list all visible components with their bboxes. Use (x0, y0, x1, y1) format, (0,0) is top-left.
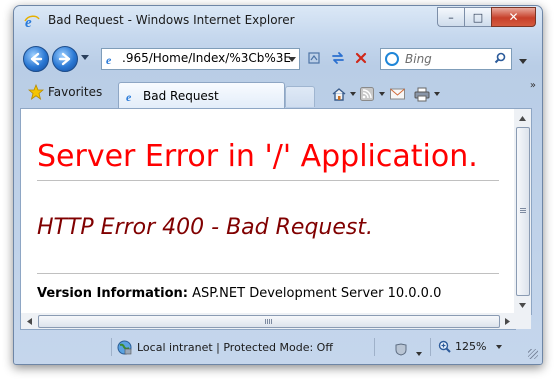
more-commands-icon[interactable]: » (530, 80, 536, 91)
search-input[interactable]: Bing (405, 52, 432, 66)
home-button[interactable] (331, 86, 347, 102)
security-zone[interactable]: Local intranet | Protected Mode: Off (117, 340, 333, 355)
ie-icon: e (24, 13, 40, 31)
arrow-up-icon (519, 115, 526, 121)
page-title: Server Error in '/' Application. (37, 139, 478, 174)
print-dropdown[interactable] (434, 86, 440, 102)
version-info: Version Information: ASP.NET Development… (37, 286, 441, 301)
home-dropdown[interactable] (350, 86, 356, 102)
recent-pages-dropdown[interactable] (81, 55, 89, 60)
address-bar[interactable]: e .965/Home/Index/%3Cb%3E (101, 48, 300, 70)
protected-mode-button[interactable] (394, 341, 408, 357)
vertical-scroll-thumb[interactable] (516, 127, 530, 296)
status-separator (111, 338, 112, 356)
zoom-dropdown[interactable] (496, 344, 503, 349)
window-title: Bad Request - Windows Internet Explorer (48, 13, 295, 27)
scroll-left-button[interactable] (21, 313, 38, 329)
feeds-button[interactable] (360, 86, 374, 102)
feeds-dropdown[interactable] (379, 86, 385, 102)
zoom-level: 125% (455, 340, 487, 353)
compatibility-icon (308, 52, 320, 64)
read-mail-button[interactable] (390, 86, 405, 102)
vertical-scrollbar[interactable] (514, 108, 532, 315)
forward-icon (58, 52, 71, 66)
star-icon (28, 84, 44, 100)
favorites-label: Favorites (48, 85, 103, 99)
back-icon (30, 52, 43, 66)
compatibility-button[interactable] (304, 49, 324, 67)
horizontal-scrollbar[interactable] (20, 313, 516, 330)
title-bar[interactable]: e Bad Request - Windows Internet Explore… (14, 6, 542, 36)
search-box[interactable]: Bing (380, 48, 512, 70)
arrow-right-icon (505, 317, 510, 325)
status-separator (374, 338, 375, 356)
error-title: HTTP Error 400 - Bad Request. (37, 215, 373, 240)
bing-icon (385, 52, 399, 66)
page-icon: e (105, 51, 119, 67)
refresh-button[interactable] (328, 49, 348, 67)
mail-icon (390, 88, 405, 100)
address-input[interactable]: .965/Home/Index/%3Cb%3E (122, 51, 291, 65)
search-icon[interactable] (494, 52, 506, 67)
status-separator (430, 338, 431, 356)
minimize-button[interactable]: – (437, 7, 464, 27)
scrollbar-corner (514, 313, 531, 329)
version-value: ASP.NET Development Server 10.0.0.0 (192, 286, 442, 301)
page-icon: e (125, 88, 139, 104)
status-bar: Local intranet | Protected Mode: Off 125… (14, 332, 542, 362)
arrow-down-icon (519, 302, 526, 308)
scroll-down-button[interactable] (514, 297, 531, 313)
stop-icon (355, 52, 367, 64)
stop-button[interactable] (351, 49, 371, 67)
zoom-button[interactable]: 125% (438, 340, 503, 353)
svg-text:e: e (106, 53, 112, 66)
back-button[interactable] (23, 46, 49, 72)
address-dropdown[interactable] (288, 57, 296, 62)
home-icon (332, 87, 346, 101)
security-zone-label: Local intranet | Protected Mode: Off (137, 341, 333, 354)
close-button[interactable]: ✕ (491, 7, 536, 27)
search-options-dropdown[interactable] (519, 59, 527, 64)
horizontal-scroll-thumb[interactable] (38, 315, 500, 328)
zoom-icon (438, 340, 451, 353)
resize-grip[interactable] (528, 349, 538, 359)
tab-bad-request[interactable]: e Bad Request (118, 82, 285, 108)
protected-mode-dropdown[interactable] (416, 346, 422, 362)
version-label: Version Information: (37, 286, 188, 301)
caption-buttons: – □ ✕ (437, 7, 536, 27)
ie-window: e Bad Request - Windows Internet Explore… (13, 5, 543, 365)
arrow-left-icon (27, 317, 32, 325)
divider (37, 180, 499, 181)
maximize-button[interactable]: □ (464, 7, 491, 27)
divider (37, 273, 499, 274)
refresh-icon (332, 52, 344, 64)
globe-icon (117, 340, 132, 355)
command-bar: Favorites e Bad Request » (14, 78, 542, 108)
navigation-bar: e .965/Home/Index/%3Cb%3E Bing (14, 43, 542, 73)
favorites-button[interactable]: Favorites (28, 84, 102, 100)
print-icon (414, 87, 430, 101)
forward-button[interactable] (52, 46, 78, 72)
scroll-up-button[interactable] (514, 110, 531, 126)
print-button[interactable] (414, 86, 430, 102)
page-content: Server Error in '/' Application. HTTP Er… (20, 108, 516, 315)
svg-text:e: e (126, 90, 132, 103)
shield-icon (395, 342, 407, 356)
new-tab-button[interactable] (285, 86, 315, 107)
tab-label: Bad Request (143, 89, 219, 103)
rss-icon (360, 87, 374, 101)
